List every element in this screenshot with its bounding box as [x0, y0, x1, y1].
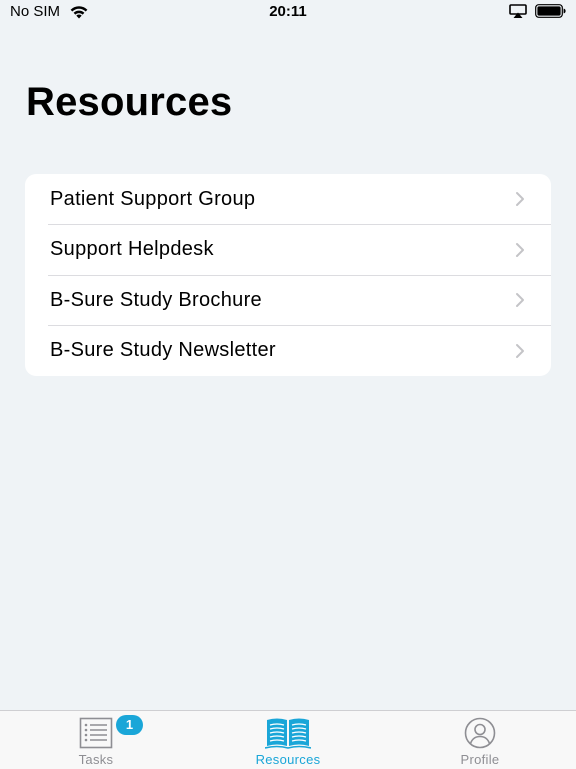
- task-list-icon: [79, 717, 113, 749]
- list-item-label: B-Sure Study Brochure: [50, 288, 262, 311]
- list-item-label: Patient Support Group: [50, 187, 256, 210]
- list-item-label: Support Helpdesk: [50, 238, 214, 260]
- tab-tasks[interactable]: 1 Tasks: [0, 711, 192, 769]
- chevron-right-icon: [516, 192, 524, 206]
- list-item-b-sure-study-brochure[interactable]: B-Sure Study Brochure: [25, 275, 551, 325]
- chevron-right-icon: [516, 243, 524, 257]
- tab-profile[interactable]: Profile: [384, 711, 576, 769]
- list-item-b-sure-study-newsletter[interactable]: B-Sure Study Newsletter: [25, 325, 551, 376]
- list-item-label: B-Sure Study Newsletter: [50, 339, 276, 361]
- page-title: Resources: [26, 80, 233, 124]
- tab-resources[interactable]: Resources: [192, 711, 384, 769]
- airplay-icon: [509, 4, 527, 18]
- list-item-support-helpdesk[interactable]: Support Helpdesk: [25, 224, 551, 275]
- status-bar: No SIM 20:11: [0, 0, 576, 26]
- tab-label: Profile: [460, 752, 500, 767]
- divider: [48, 325, 551, 326]
- tab-label: Resources: [255, 752, 321, 767]
- chevron-right-icon: [516, 293, 524, 307]
- tab-label: Tasks: [78, 752, 114, 767]
- resources-list: Patient Support Group Support Helpdesk B…: [25, 174, 551, 376]
- status-time: 20:11: [269, 3, 307, 20]
- chevron-right-icon: [516, 344, 524, 358]
- divider: [48, 224, 551, 225]
- battery-icon: [535, 4, 566, 18]
- divider: [48, 275, 551, 276]
- tab-bar: 1 Tasks Resources Profile: [0, 710, 576, 769]
- status-right: [509, 4, 566, 18]
- profile-icon: [464, 717, 496, 749]
- list-item-patient-support-group[interactable]: Patient Support Group: [25, 174, 551, 224]
- tasks-badge: 1: [116, 715, 143, 735]
- open-book-icon: [265, 718, 311, 749]
